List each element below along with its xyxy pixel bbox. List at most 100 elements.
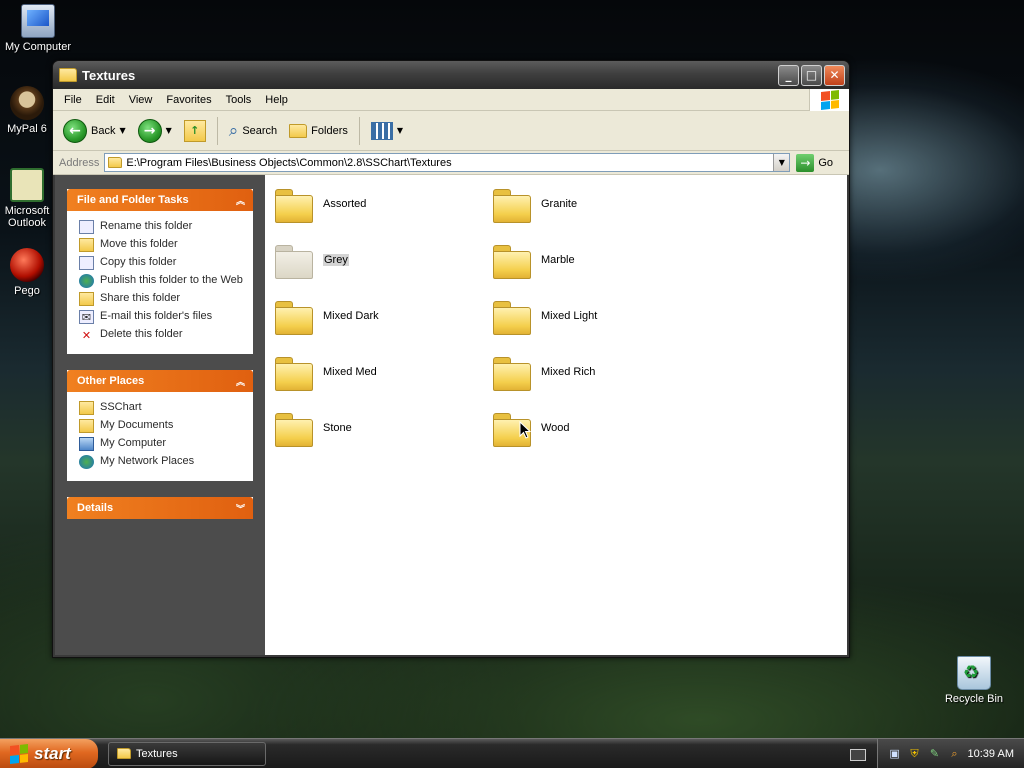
place-my-network[interactable]: My Network Places (79, 455, 243, 469)
back-button[interactable]: ← Back ▼ (59, 117, 130, 145)
task-label: Copy this folder (100, 256, 177, 268)
taskbar-button-textures[interactable]: Textures (108, 741, 266, 766)
desktop-icon-recycle-bin[interactable]: Recycle Bin (936, 656, 1012, 705)
task-rename-folder[interactable]: Rename this folder (79, 220, 243, 234)
chevron-down-icon[interactable]: ︾ (236, 502, 245, 515)
recycle-bin-icon (957, 656, 991, 690)
up-folder-icon: ↑ (183, 119, 206, 142)
folder-item[interactable]: Mixed Light (493, 299, 597, 335)
desktop-icon-outlook[interactable]: Microsoft Outlook (0, 168, 54, 229)
views-button[interactable]: ▼ (367, 120, 407, 142)
menu-tools[interactable]: Tools (219, 94, 259, 106)
toolbar: ← Back ▼ → ▼ ↑ ⌕ Search Folders ▼ (53, 111, 849, 151)
place-my-documents[interactable]: My Documents (79, 419, 243, 433)
task-pane: File and Folder Tasks ︽ Rename this fold… (55, 175, 265, 655)
place-sschart[interactable]: SSChart (79, 401, 243, 415)
task-share-folder[interactable]: Share this folder (79, 292, 243, 306)
maximize-button[interactable]: □ (801, 64, 822, 86)
folder-name: Stone (323, 422, 352, 434)
computer-icon (79, 437, 94, 451)
network-tray-icon[interactable]: ▣ (888, 747, 902, 761)
folder-item[interactable]: Mixed Rich (493, 355, 596, 391)
folder-icon (117, 748, 131, 759)
chevron-up-icon[interactable]: ︽ (236, 194, 245, 207)
clock[interactable]: 10:39 AM (968, 748, 1014, 760)
folder-item[interactable]: Mixed Dark (275, 299, 379, 335)
task-label: Share this folder (100, 292, 181, 304)
menu-view[interactable]: View (122, 94, 160, 106)
folder-item[interactable]: Assorted (275, 187, 366, 223)
documents-folder-icon (79, 419, 94, 433)
desktop-icon-label: Recycle Bin (944, 693, 1004, 705)
folder-item[interactable]: Mixed Med (275, 355, 377, 391)
task-email-files[interactable]: ✉ E-mail this folder's files (79, 310, 243, 324)
folder-item[interactable]: Stone (275, 411, 352, 447)
search-label: Search (242, 124, 278, 137)
search-icon: ⌕ (228, 120, 239, 141)
folder-icon (275, 299, 313, 335)
outlook-icon (10, 168, 44, 202)
task-move-folder[interactable]: Move this folder (79, 238, 243, 252)
search-button[interactable]: ⌕ Search (225, 119, 281, 143)
place-my-computer[interactable]: My Computer (79, 437, 243, 451)
folders-label: Folders (311, 124, 348, 137)
task-label: Delete this folder (100, 328, 183, 340)
delete-icon: ✕ (81, 328, 92, 342)
folders-button[interactable]: Folders (285, 122, 352, 140)
keyboard-icon[interactable] (850, 749, 866, 761)
menu-help[interactable]: Help (258, 94, 295, 106)
back-dropdown-icon[interactable]: ▼ (119, 126, 125, 135)
up-folder-button[interactable]: ↑ (180, 118, 210, 144)
email-icon: ✉ (79, 310, 94, 324)
search-tray-icon[interactable]: ⌕ (948, 747, 962, 761)
folder-icon (275, 411, 313, 447)
copy-icon (79, 256, 94, 270)
menu-file[interactable]: File (57, 94, 89, 106)
views-dropdown-icon[interactable]: ▼ (397, 126, 403, 135)
folder-item[interactable]: Marble (493, 243, 575, 279)
forward-dropdown-icon[interactable]: ▼ (166, 126, 172, 135)
folder-icon (493, 299, 531, 335)
explorer-window: Textures _ □ ✕ File Edit View Favorites … (52, 60, 850, 658)
folder-name: Granite (541, 198, 578, 210)
title-bar[interactable]: Textures _ □ ✕ (53, 61, 849, 89)
panel-title: Details (77, 502, 114, 514)
folder-item[interactable]: Granite (493, 187, 578, 223)
task-delete-folder[interactable]: ✕ Delete this folder (79, 328, 243, 342)
task-publish-web[interactable]: Publish this folder to the Web (79, 274, 243, 288)
start-button[interactable]: start (0, 738, 98, 768)
go-button[interactable]: → Go (796, 153, 833, 172)
desktop-icon-my-computer[interactable]: My Computer (0, 4, 76, 53)
windows-logo-icon (809, 89, 849, 111)
chevron-up-icon[interactable]: ︽ (236, 375, 245, 388)
folder-icon (275, 243, 313, 279)
place-label: My Computer (100, 437, 167, 449)
folder-name: Mixed Rich (541, 366, 596, 378)
menu-favorites[interactable]: Favorites (159, 94, 218, 106)
folder-icon (493, 187, 531, 223)
pego-icon (10, 248, 44, 282)
address-field[interactable]: E:\Program Files\Business Objects\Common… (104, 153, 791, 172)
panel-header[interactable]: Details ︾ (67, 497, 253, 519)
address-dropdown-icon[interactable]: ▼ (773, 154, 790, 171)
place-label: My Documents (100, 419, 174, 431)
close-button[interactable]: ✕ (824, 64, 845, 86)
tool-tray-icon[interactable]: ✎ (928, 747, 942, 761)
security-shield-icon[interactable]: ⛨ (908, 747, 922, 761)
place-label: SSChart (100, 401, 142, 413)
folder-item-selected[interactable]: Grey (275, 243, 349, 279)
desktop-icon-mypal[interactable]: MyPal 6 (0, 86, 54, 135)
folder-name: Mixed Med (323, 366, 377, 378)
task-label: Move this folder (100, 238, 178, 250)
taskbar: start Textures ▣ ⛨ ✎ ⌕ 10:39 AM (0, 738, 1024, 768)
minimize-button[interactable]: _ (778, 64, 799, 86)
task-copy-folder[interactable]: Copy this folder (79, 256, 243, 270)
share-icon (79, 292, 94, 306)
menu-edit[interactable]: Edit (89, 94, 122, 106)
forward-button[interactable]: → ▼ (134, 117, 176, 145)
start-label: start (34, 743, 71, 763)
panel-header[interactable]: File and Folder Tasks ︽ (67, 189, 253, 211)
address-value: E:\Program Files\Business Objects\Common… (126, 156, 452, 169)
desktop-icon-pego[interactable]: Pego (0, 248, 54, 297)
panel-header[interactable]: Other Places ︽ (67, 370, 253, 392)
